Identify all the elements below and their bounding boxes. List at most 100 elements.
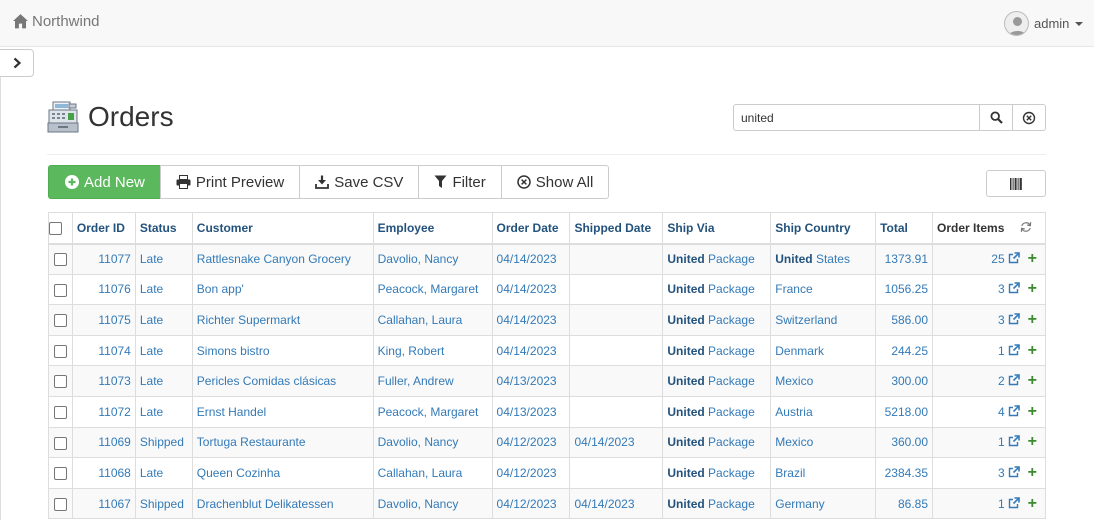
col-shipped-date[interactable]: Shipped Date [569, 212, 664, 245]
order-id-link[interactable]: 11075 [71, 304, 136, 336]
order-items-count-link[interactable]: 2 [998, 374, 1005, 388]
row-checkbox[interactable] [53, 436, 67, 450]
add-item-icon[interactable]: + [1028, 495, 1037, 512]
order-items-count-link[interactable]: 25 [991, 252, 1004, 266]
total-cell[interactable]: 300.00 [875, 365, 934, 397]
col-customer[interactable]: Customer [191, 212, 374, 245]
user-menu[interactable]: admin [1004, 11, 1084, 36]
ship-country-cell[interactable]: Switzerland [770, 304, 877, 336]
ship-country-cell[interactable]: Brazil [770, 457, 877, 489]
order-items-count-link[interactable]: 4 [998, 405, 1005, 419]
order-date-cell[interactable]: 04/12/2023 [491, 426, 571, 459]
ship-via-cell[interactable]: United Package [662, 273, 772, 306]
total-cell[interactable]: 1056.25 [875, 273, 934, 306]
status-cell[interactable]: Late [134, 304, 193, 336]
external-link-icon[interactable] [1008, 313, 1020, 325]
select-all-checkbox[interactable] [49, 221, 62, 235]
print-preview-button[interactable]: Print Preview [159, 165, 301, 199]
order-id-link[interactable]: 11067 [71, 487, 136, 520]
col-total[interactable]: Total [875, 212, 934, 245]
customer-link[interactable]: Rattlesnake Canyon Grocery [191, 243, 374, 275]
employee-link[interactable]: Davolio, Nancy [372, 487, 493, 520]
shipped-date-cell[interactable] [569, 457, 664, 489]
add-item-icon[interactable]: + [1028, 464, 1037, 481]
employee-link[interactable]: Fuller, Andrew [372, 365, 493, 397]
order-items-count-link[interactable]: 1 [998, 435, 1005, 449]
customer-link[interactable]: Bon app' [191, 273, 374, 306]
table-row[interactable]: 11075 Late Richter Supermarkt Callahan, Lau… [48, 304, 1046, 336]
order-items-count-link[interactable]: 1 [998, 344, 1005, 358]
ship-via-cell[interactable]: United Package [662, 304, 772, 336]
clear-search-button[interactable] [1013, 104, 1046, 131]
total-cell[interactable]: 1373.91 [875, 243, 934, 275]
table-row[interactable]: 11072 Late Ernst Handel Peacock, Margaret 04… [48, 395, 1046, 428]
total-cell[interactable]: 86.85 [875, 487, 934, 520]
table-row[interactable]: 11068 Late Queen Cozinha Callahan, Laura 04/… [48, 457, 1046, 489]
external-link-icon[interactable] [1008, 252, 1020, 264]
show-all-button[interactable]: Show All [500, 165, 610, 199]
add-item-icon[interactable]: + [1028, 250, 1037, 267]
shipped-date-cell[interactable]: 04/14/2023 [569, 426, 664, 459]
add-item-icon[interactable]: + [1028, 280, 1037, 297]
total-cell[interactable]: 586.00 [875, 304, 934, 336]
employee-link[interactable]: Davolio, Nancy [372, 426, 493, 459]
external-link-icon[interactable] [1008, 374, 1020, 386]
ship-country-cell[interactable]: Denmark [770, 334, 877, 367]
ship-via-cell[interactable]: United Package [662, 243, 772, 275]
ship-country-cell[interactable]: Mexico [770, 426, 877, 459]
order-date-cell[interactable]: 04/12/2023 [491, 487, 571, 520]
order-items-count-link[interactable]: 1 [998, 497, 1005, 511]
shipped-date-cell[interactable] [569, 243, 664, 275]
ship-country-cell[interactable]: Mexico [770, 365, 877, 397]
table-row[interactable]: 11074 Late Simons bistro King, Robert 04/14/… [48, 334, 1046, 367]
order-date-cell[interactable]: 04/13/2023 [491, 395, 571, 428]
add-item-icon[interactable]: + [1028, 403, 1037, 420]
total-cell[interactable]: 244.25 [875, 334, 934, 367]
ship-via-cell[interactable]: United Package [662, 395, 772, 428]
status-cell[interactable]: Shipped [134, 426, 193, 459]
ship-country-cell[interactable]: Germany [770, 487, 877, 520]
col-employee[interactable]: Employee [372, 212, 493, 245]
employee-link[interactable]: Peacock, Margaret [372, 395, 493, 428]
filter-button[interactable]: Filter [418, 165, 502, 199]
status-cell[interactable]: Late [134, 243, 193, 275]
columns-button[interactable] [986, 170, 1046, 197]
external-link-icon[interactable] [1008, 404, 1020, 417]
shipped-date-cell[interactable] [569, 304, 664, 336]
employee-link[interactable]: Callahan, Laura [372, 457, 493, 489]
shipped-date-cell[interactable] [569, 334, 664, 367]
col-ship-country[interactable]: Ship Country [770, 212, 877, 245]
order-date-cell[interactable]: 04/14/2023 [491, 273, 571, 306]
table-row[interactable]: 11076 Late Bon app' Peacock, Margaret 04/14/… [48, 273, 1046, 306]
ship-via-cell[interactable]: United Package [662, 426, 772, 459]
status-cell[interactable]: Late [134, 334, 193, 367]
col-ship-via[interactable]: Ship Via [662, 212, 772, 245]
customer-link[interactable]: Simons bistro [191, 334, 374, 367]
col-order-date[interactable]: Order Date [491, 212, 571, 245]
order-date-cell[interactable]: 04/14/2023 [491, 304, 571, 336]
external-link-icon[interactable] [1008, 496, 1020, 509]
search-button[interactable] [980, 104, 1013, 131]
customer-link[interactable]: Richter Supermarkt [191, 304, 374, 336]
customer-link[interactable]: Tortuga Restaurante [191, 426, 374, 459]
employee-link[interactable]: Peacock, Margaret [372, 273, 493, 306]
total-cell[interactable]: 2384.35 [875, 457, 934, 489]
employee-link[interactable]: King, Robert [372, 334, 493, 367]
order-date-cell[interactable]: 04/13/2023 [491, 365, 571, 397]
ship-via-cell[interactable]: United Package [662, 365, 772, 397]
table-row[interactable]: 11067 Shipped Drachenblut Delikatessen Davo… [48, 487, 1046, 520]
shipped-date-cell[interactable]: 04/14/2023 [569, 487, 664, 520]
order-date-cell[interactable]: 04/14/2023 [491, 243, 571, 275]
row-checkbox[interactable] [53, 467, 67, 481]
col-status[interactable]: Status [134, 212, 193, 245]
external-link-icon[interactable] [1008, 466, 1020, 478]
shipped-date-cell[interactable] [569, 365, 664, 397]
row-checkbox[interactable] [53, 283, 67, 297]
external-link-icon[interactable] [1008, 343, 1020, 356]
table-row[interactable]: 11069 Shipped Tortuga Restaurante Davolio, … [48, 426, 1046, 459]
row-checkbox[interactable] [53, 497, 67, 511]
status-cell[interactable]: Shipped [134, 487, 193, 520]
search-input[interactable] [733, 104, 980, 131]
order-id-link[interactable]: 11076 [71, 273, 136, 306]
sidebar-toggle-button[interactable] [0, 49, 34, 77]
